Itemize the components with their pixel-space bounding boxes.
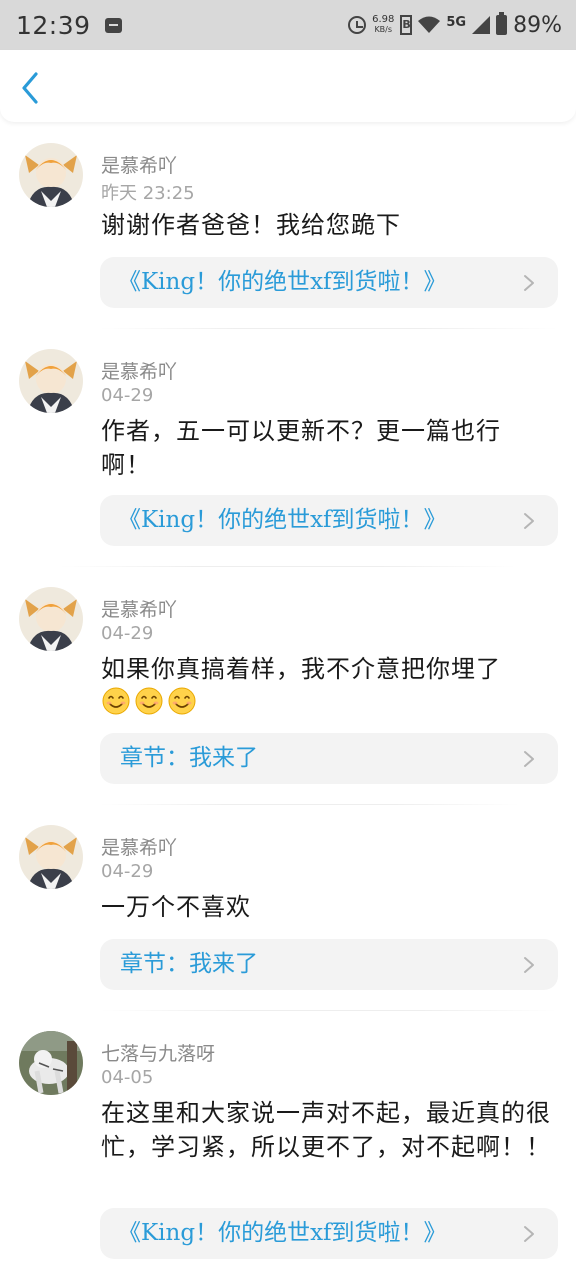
app-header	[0, 50, 576, 122]
alarm-icon	[348, 16, 367, 34]
comment-text-body: 如果你真搞着样，我不介意把你埋了	[101, 655, 501, 683]
book-link-card[interactable]: 《King！你的绝世xf到货啦！》	[100, 257, 558, 308]
timestamp: 04-05	[101, 1067, 154, 1088]
username[interactable]: 七落与九落呀	[101, 1039, 215, 1066]
battery-icon	[496, 12, 508, 35]
status-bar: 12:39 6.98 KB/s B 5G 89%	[0, 0, 576, 50]
divider	[100, 1010, 558, 1011]
timestamp: 昨天 23:25	[101, 183, 195, 204]
timestamp: 04-29	[101, 861, 154, 882]
comment-text: 在这里和大家说一声对不起，最近真的很忙，学习紧，所以更不了，对不起啊！！	[101, 1099, 551, 1161]
chapter-link-label: 章节：我来了	[120, 951, 258, 977]
divider	[60, 566, 516, 567]
smile-emoji-icon	[135, 687, 163, 715]
chapter-link-card[interactable]: 章节：我来了	[100, 733, 558, 784]
smile-emoji-icon	[168, 687, 196, 715]
chapter-link-card[interactable]: 章节：我来了	[100, 939, 558, 990]
username[interactable]: 是慕希吖	[101, 357, 177, 384]
username[interactable]: 是慕希吖	[101, 833, 177, 860]
avatar[interactable]	[19, 349, 83, 413]
username[interactable]: 是慕希吖	[101, 151, 177, 178]
chevron-right-icon	[524, 957, 534, 973]
divider	[100, 804, 520, 805]
signal-icon	[472, 16, 491, 34]
book-link-label: 《King！你的绝世xf到货啦！》	[118, 1220, 447, 1246]
timestamp: 04-29	[101, 623, 154, 644]
book-link-card[interactable]: 《King！你的绝世xf到货啦！》	[100, 495, 558, 546]
smile-emoji-icon	[102, 687, 130, 715]
book-link-label: 《King！你的绝世xf到货啦！》	[118, 269, 447, 295]
network-speed: 6.98 KB/s	[372, 15, 394, 35]
avatar[interactable]	[19, 825, 83, 889]
emoji-row	[101, 686, 559, 716]
avatar[interactable]	[19, 1031, 83, 1095]
chevron-right-icon	[524, 513, 534, 529]
book-link-card[interactable]: 《King！你的绝世xf到货啦！》	[100, 1208, 558, 1259]
back-button[interactable]	[14, 68, 50, 104]
chevron-right-icon	[524, 1226, 534, 1242]
timestamp: 04-29	[101, 385, 154, 406]
chevron-right-icon	[524, 275, 534, 291]
username[interactable]: 是慕希吖	[101, 595, 177, 622]
network-speed-value: 6.98	[372, 14, 395, 25]
message-notification-icon	[104, 17, 122, 33]
network-speed-unit: KB/s	[374, 25, 393, 34]
comment-text: 谢谢作者爸爸！我给您跪下	[101, 211, 401, 239]
hd-icon: B	[400, 15, 413, 35]
chevron-right-icon	[524, 751, 534, 767]
comment-text: 如果你真搞着样，我不介意把你埋了	[101, 652, 559, 716]
comment-text: 作者，五一可以更新不？更一篇也行啊！	[101, 417, 501, 479]
avatar[interactable]	[19, 143, 83, 207]
book-link-label: 《King！你的绝世xf到货啦！》	[118, 507, 447, 533]
chevron-left-icon	[22, 72, 38, 104]
divider	[100, 328, 558, 329]
battery-level: 89%	[513, 12, 562, 38]
status-indicators: 6.98 KB/s B 5G 89%	[348, 12, 562, 38]
avatar[interactable]	[19, 587, 83, 651]
wifi-icon	[418, 16, 441, 33]
chapter-link-label: 章节：我来了	[120, 745, 258, 771]
network-type: 5G	[446, 14, 467, 30]
status-time: 12:39	[16, 10, 91, 40]
comment-text: 一万个不喜欢	[101, 893, 251, 921]
